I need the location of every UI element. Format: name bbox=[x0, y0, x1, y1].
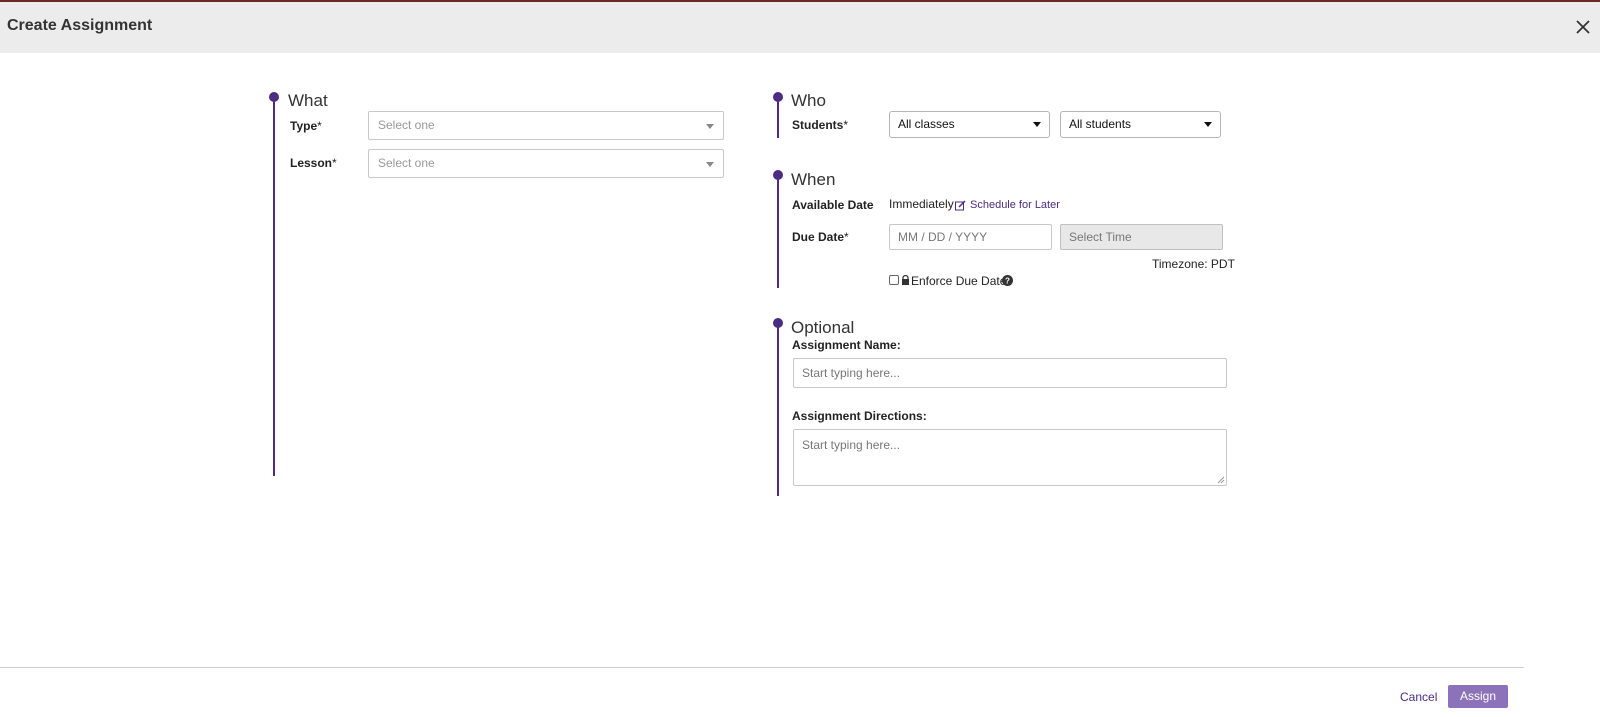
caret-down-icon bbox=[1204, 122, 1212, 127]
optional-timeline-dot bbox=[773, 318, 783, 328]
type-label: Type* bbox=[290, 119, 322, 133]
lock-icon bbox=[902, 275, 909, 285]
resize-handle-icon[interactable] bbox=[1217, 476, 1225, 484]
lesson-label: Lesson* bbox=[290, 156, 337, 170]
modal-header: Create Assignment bbox=[0, 2, 1600, 53]
assignment-directions-label: Assignment Directions: bbox=[792, 409, 927, 423]
type-select-value: Select one bbox=[378, 118, 435, 132]
lesson-select-value: Select one bbox=[378, 156, 435, 170]
what-title: What bbox=[288, 91, 328, 110]
assignment-name-label: Assignment Name: bbox=[792, 338, 901, 352]
enforce-due-date-checkbox[interactable] bbox=[889, 275, 899, 285]
due-time-input[interactable] bbox=[1060, 224, 1223, 250]
when-title: When bbox=[791, 170, 836, 189]
edit-icon bbox=[955, 199, 966, 210]
when-timeline bbox=[777, 175, 779, 288]
footer-divider bbox=[0, 667, 1524, 668]
classes-select[interactable]: All classes bbox=[889, 111, 1050, 138]
close-icon bbox=[1576, 20, 1590, 34]
assignment-directions-wrapper bbox=[793, 429, 1227, 486]
available-date-value: Immediately bbox=[889, 197, 954, 211]
chevron-down-icon bbox=[706, 162, 714, 167]
caret-down-icon bbox=[1033, 122, 1041, 127]
chevron-down-icon bbox=[706, 124, 714, 129]
timezone-text: Timezone: PDT bbox=[1152, 257, 1235, 271]
help-icon[interactable]: ? bbox=[1002, 275, 1013, 286]
assignment-directions-textarea[interactable] bbox=[793, 429, 1227, 486]
classes-select-value: All classes bbox=[898, 117, 955, 131]
students-select-value: All students bbox=[1069, 117, 1132, 131]
due-date-input[interactable] bbox=[889, 224, 1052, 250]
type-select[interactable]: Select one bbox=[368, 111, 724, 140]
what-timeline-dot bbox=[269, 92, 279, 102]
close-button[interactable] bbox=[1572, 16, 1594, 38]
due-date-label: Due Date* bbox=[792, 230, 849, 244]
schedule-for-later-label: Schedule for Later bbox=[970, 199, 1060, 211]
assign-button[interactable]: Assign bbox=[1448, 685, 1508, 708]
what-timeline bbox=[273, 96, 275, 476]
when-timeline-dot bbox=[773, 170, 783, 180]
schedule-for-later-link[interactable]: Schedule for Later bbox=[955, 199, 1060, 211]
who-timeline-dot bbox=[773, 92, 783, 102]
enforce-due-date-label: Enforce Due Date bbox=[911, 274, 1007, 288]
students-select[interactable]: All students bbox=[1060, 111, 1221, 138]
optional-title: Optional bbox=[791, 318, 855, 337]
who-title: Who bbox=[791, 91, 826, 110]
modal-title: Create Assignment bbox=[7, 17, 153, 34]
assignment-name-input[interactable] bbox=[793, 358, 1227, 388]
lesson-select[interactable]: Select one bbox=[368, 149, 724, 178]
cancel-button[interactable]: Cancel bbox=[1400, 690, 1437, 704]
optional-timeline bbox=[777, 323, 779, 496]
svg-text:?: ? bbox=[1005, 277, 1010, 286]
available-date-label: Available Date bbox=[792, 198, 874, 212]
who-timeline bbox=[777, 96, 779, 138]
students-label: Students* bbox=[792, 118, 849, 132]
